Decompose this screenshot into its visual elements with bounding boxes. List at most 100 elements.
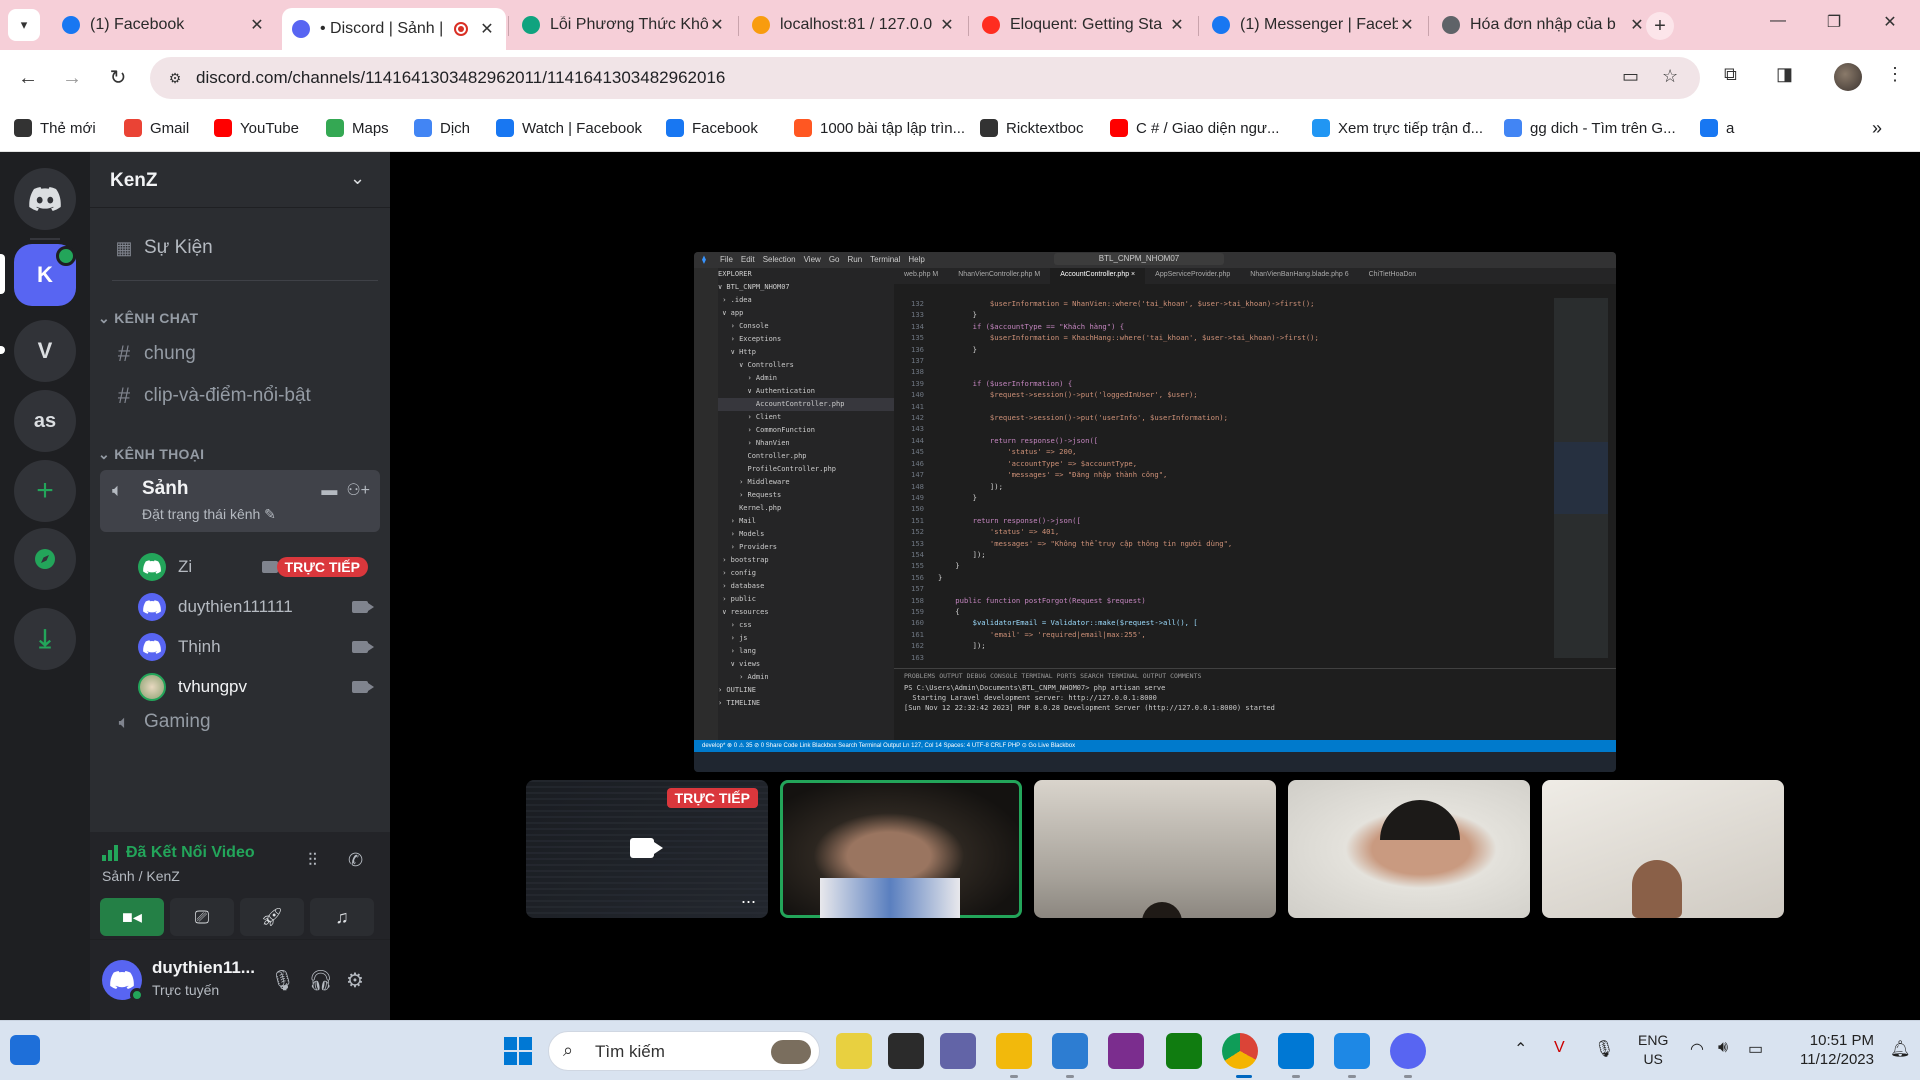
chat-icon[interactable]: ▬ [321,482,337,499]
reload-button[interactable]: ↻ [104,64,132,92]
voice-member-tvhungpv[interactable]: tvhungpv [138,670,378,704]
video-tile-tvhungpv[interactable] [1542,780,1784,918]
forward-button[interactable]: → [58,64,86,92]
activities-button[interactable]: 🚀︎ [240,898,304,936]
widgets-icon[interactable] [10,1035,40,1065]
add-server-icon[interactable]: + [14,460,76,522]
more-bookmarks-icon[interactable]: » [1872,117,1882,139]
browser-tab-3[interactable]: Lỗi Phương Thức Khô ✕ [512,8,736,42]
clock[interactable]: 10:51 PM 11/12/2023 [1786,1031,1874,1069]
teams-icon[interactable] [940,1033,976,1069]
more-options-icon[interactable]: ... [741,887,756,908]
voice-member-thinh[interactable]: Thịnh [138,630,378,664]
xbox-icon[interactable] [1166,1033,1202,1069]
discord-taskbar-icon[interactable] [1390,1033,1426,1069]
camera-icon[interactable]: ▭ [1622,66,1639,87]
server-v[interactable]: V [14,320,76,382]
copilot-icon[interactable] [836,1033,872,1069]
voice-member-zi[interactable]: Zi TRỰC TIẾP [138,550,378,584]
podcast-app-icon[interactable] [1108,1033,1144,1069]
microphone-icon[interactable]: 🎙︎ [270,968,295,993]
category-voice-channels[interactable]: ⌄ KÊNH THOẠI [98,446,204,463]
bookmark-item[interactable]: Watch | Facebook [496,117,642,139]
browser-menu-icon[interactable]: ⋮ [1886,64,1904,85]
file-explorer-icon[interactable] [996,1033,1032,1069]
category-text-channels[interactable]: ⌄ KÊNH CHAT [98,310,198,327]
video-tile-member-4[interactable] [1288,780,1530,918]
new-tab-button[interactable]: + [1646,12,1674,40]
video-tile-thinh[interactable] [1034,780,1276,918]
video-tile-duythien[interactable] [780,780,1022,918]
channel-chung[interactable]: # chung [100,334,380,374]
site-info-icon[interactable]: ⚙ [164,67,186,89]
close-tab-icon[interactable]: ✕ [1628,15,1646,35]
side-panel-icon[interactable]: ◨ [1776,64,1793,85]
bookmark-item[interactable]: YouTube [214,117,299,139]
disconnect-icon[interactable]: ✆ [348,850,363,871]
voice-channel-sanh[interactable]: 🔈︎ Sảnh Đặt trạng thái kênh ✎ ▬ ⚇+ [100,470,380,532]
close-tab-icon[interactable]: ✕ [1398,15,1416,35]
share-screen-button[interactable]: ⎚ [170,898,234,936]
settings-gear-icon[interactable]: ⚙ [346,968,364,993]
task-view-icon[interactable] [888,1033,924,1069]
discord-home-icon[interactable] [14,168,76,230]
headphones-icon[interactable]: 🎧︎ [308,968,333,993]
volume-icon[interactable]: 🔊︎ [1718,1039,1728,1057]
server-header[interactable]: KenZ ⌄ [90,152,390,208]
bookmark-item[interactable]: C # / Giao diện ngư... [1110,117,1279,139]
browser-tab-4[interactable]: localhost:81 / 127.0.0 ✕ [742,8,966,42]
restore-button[interactable]: ❐ [1822,12,1846,32]
explore-servers-icon[interactable] [14,528,76,590]
bookmark-item[interactable]: gg dich - Tìm trên G... [1504,117,1676,139]
bookmark-item[interactable]: Dịch [414,117,470,139]
server-as[interactable]: as [14,390,76,452]
tab-search-button[interactable]: ▾ [8,9,40,41]
bookmark-item[interactable]: 1000 bài tập lập trìn... [794,117,965,139]
vietkey-icon[interactable]: V [1554,1039,1565,1057]
voice-channel-gaming[interactable]: 🔈︎ Gaming [100,702,380,742]
bookmark-item[interactable]: Xem trực tiếp trận đ... [1312,117,1483,139]
channel-status[interactable]: Đặt trạng thái kênh ✎ [142,506,276,523]
minimize-button[interactable]: — [1766,12,1790,30]
windows-start-icon[interactable] [500,1033,536,1069]
browser-tab-7[interactable]: Hóa đơn nhập của b ✕ [1432,8,1656,42]
show-hidden-icons[interactable]: ⌃ [1514,1039,1527,1059]
close-window-button[interactable]: ✕ [1878,12,1902,32]
close-tab-icon[interactable]: ✕ [1168,15,1186,35]
address-bar[interactable]: ⚙ discord.com/channels/11416413034829620… [150,57,1700,99]
photos-icon[interactable] [1052,1033,1088,1069]
close-tab-icon[interactable]: ✕ [938,15,956,35]
bookmark-item[interactable]: Facebook [666,117,758,139]
invite-icon[interactable]: ⚇+ [346,482,370,499]
extensions-icon[interactable]: ⧉ [1724,64,1737,85]
browser-tab-6[interactable]: (1) Messenger | Faceb ✕ [1202,8,1426,42]
noise-suppression-icon[interactable]: ⫶⫶ [308,850,317,871]
shared-screen-stream[interactable]: ⧫ File Edit Selection View Go Run Terminal Help… [694,252,1616,772]
back-button[interactable]: ← [14,64,42,92]
language-indicator[interactable]: ENG US [1638,1031,1668,1069]
voice-member-duythien[interactable]: duythien111111 [138,590,378,624]
notepad-icon[interactable] [1334,1033,1370,1069]
soundboard-button[interactable]: ♫ [310,898,374,936]
bookmark-item[interactable]: Gmail [124,117,189,139]
events-item[interactable]: ▦ Sự Kiện [100,228,380,268]
browser-tab-5[interactable]: Eloquent: Getting Sta ✕ [972,8,1196,42]
close-tab-icon[interactable]: ✕ [708,15,726,35]
battery-icon[interactable]: ▭ [1748,1039,1763,1059]
camera-toggle-button[interactable]: ■◂ [100,898,164,936]
channel-clip[interactable]: # clip-và-điểm-nổi-bật [100,376,380,416]
close-tab-icon[interactable]: ✕ [478,19,496,39]
wifi-icon[interactable]: ◠ [1690,1039,1704,1059]
notification-bell-icon[interactable]: 🔔︎ [1890,1039,1910,1059]
taskbar-search[interactable]: ⌕ Tìm kiếm [548,1031,820,1071]
chrome-icon[interactable] [1222,1033,1258,1069]
browser-tab-1[interactable]: (1) Facebook ✕ [52,8,276,42]
bookmark-item[interactable]: Maps [326,117,389,139]
profile-avatar[interactable] [1834,63,1862,91]
vscode-icon[interactable] [1278,1033,1314,1069]
bookmark-item[interactable]: a [1700,117,1734,139]
browser-tab-2[interactable]: • Discord | Sảnh | ✕ [282,8,506,50]
url-text[interactable]: discord.com/channels/1141641303482962011… [196,68,725,88]
stream-tile-zi[interactable]: TRỰC TIẾP ... [526,780,768,918]
bookmark-item[interactable]: Ricktextboc [980,117,1084,139]
